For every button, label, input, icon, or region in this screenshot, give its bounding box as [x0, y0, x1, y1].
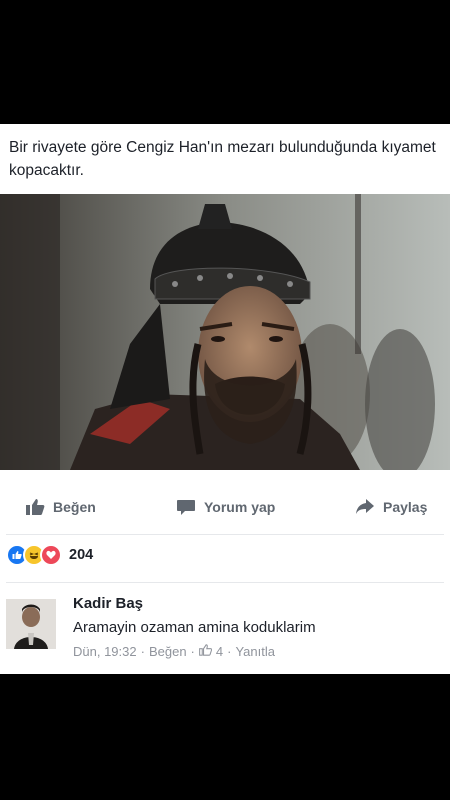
post-image[interactable]: [0, 194, 450, 470]
post-text: Bir rivayete göre Cengiz Han'ın mezarı b…: [9, 139, 436, 179]
like-label: Beğen: [53, 499, 96, 515]
comment-button[interactable]: Yorum yap: [176, 498, 275, 516]
separator: ·: [227, 644, 232, 659]
action-bar: Beğen Yorum yap Paylaş: [0, 490, 450, 524]
thumbs-up-icon: [25, 498, 53, 516]
user-photo: [6, 599, 56, 649]
share-arrow-icon: [355, 498, 383, 516]
comment-author[interactable]: Kadir Baş: [73, 595, 143, 612]
comment: Kadir Baş Aramayin ozaman amina koduklar…: [6, 594, 444, 674]
like-button[interactable]: Beğen: [25, 498, 96, 516]
comment-meta: Dün, 19:32 · Beğen · 4 · Yanıtla: [73, 644, 275, 659]
warrior-photo: [0, 194, 450, 470]
thumbs-up-icon: [199, 644, 213, 659]
comment-text: Aramayin ozaman amina koduklarim: [73, 619, 316, 636]
comment-icon: [176, 498, 204, 516]
reaction-summary[interactable]: 204: [6, 544, 93, 566]
divider: [6, 582, 444, 583]
share-label: Paylaş: [383, 499, 428, 515]
separator: ·: [140, 644, 145, 659]
comment-label: Yorum yap: [204, 499, 276, 515]
reaction-count: 204: [69, 547, 94, 563]
separator: ·: [190, 644, 195, 659]
divider: [6, 534, 444, 535]
post-card: Bir rivayete göre Cengiz Han'ın mezarı b…: [0, 124, 450, 674]
comment-like-button[interactable]: Beğen: [149, 644, 187, 659]
comment-time[interactable]: Dün, 19:32: [73, 644, 137, 659]
reply-button[interactable]: Yanıtla: [235, 644, 275, 659]
comment-like-count: 4: [215, 644, 224, 659]
avatar[interactable]: [6, 599, 56, 649]
share-button[interactable]: Paylaş: [355, 498, 427, 516]
love-reaction-icon: [40, 544, 62, 566]
